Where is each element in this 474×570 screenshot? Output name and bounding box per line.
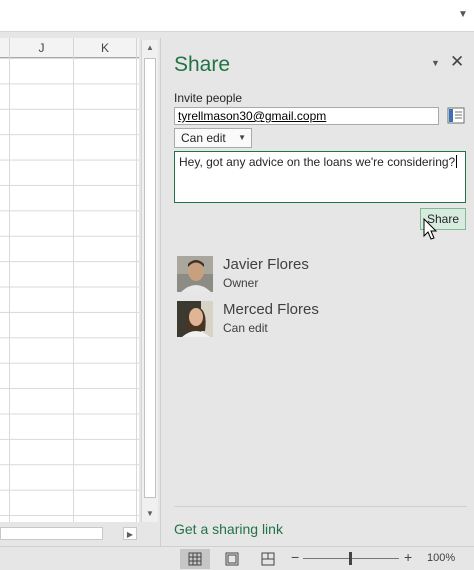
excel-window: ▼ J K ▲ ▼ ▶ Share ▼ ✕ Invite people tyre… bbox=[0, 0, 474, 570]
scroll-up-icon[interactable]: ▲ bbox=[142, 40, 158, 56]
get-sharing-link[interactable]: Get a sharing link bbox=[174, 521, 283, 537]
email-field[interactable]: tyrellmason30@gmail.copm bbox=[174, 107, 439, 125]
scrollbar-thumb[interactable] bbox=[144, 58, 156, 498]
person-name: Javier Flores bbox=[223, 256, 309, 273]
column-header-j[interactable]: J bbox=[10, 38, 74, 58]
column-headers: J K bbox=[0, 38, 139, 58]
mouse-pointer-icon bbox=[423, 218, 438, 240]
horizontal-scrollbar[interactable]: ▶ bbox=[0, 524, 141, 544]
column-header-k[interactable]: K bbox=[74, 38, 137, 58]
person-name: Merced Flores bbox=[223, 301, 319, 318]
scroll-right-icon[interactable]: ▶ bbox=[123, 527, 137, 540]
cell-area[interactable] bbox=[0, 58, 139, 522]
close-icon[interactable]: ✕ bbox=[450, 52, 464, 72]
person-role: Owner bbox=[223, 276, 259, 290]
pane-options-icon[interactable]: ▼ bbox=[431, 58, 440, 68]
scroll-down-icon[interactable]: ▼ bbox=[142, 506, 158, 522]
normal-view-button[interactable] bbox=[180, 549, 210, 569]
page-layout-icon bbox=[225, 552, 239, 566]
permission-value: Can edit bbox=[181, 131, 226, 145]
avatar bbox=[177, 301, 213, 337]
invite-people-label: Invite people bbox=[174, 91, 243, 105]
person-item: Javier Flores Owner bbox=[177, 256, 457, 292]
message-field[interactable]: Hey, got any advice on the loans we're c… bbox=[174, 151, 466, 203]
worksheet-grid[interactable]: J K bbox=[0, 38, 139, 522]
chevron-down-icon: ▼ bbox=[238, 133, 246, 142]
expand-formula-bar-icon[interactable]: ▼ bbox=[456, 8, 470, 22]
page-break-view-button[interactable] bbox=[253, 549, 283, 569]
zoom-in-button[interactable]: + bbox=[404, 549, 412, 565]
pane-title: Share bbox=[174, 53, 231, 76]
text-cursor bbox=[456, 155, 458, 168]
formula-bar[interactable]: ▼ bbox=[0, 0, 474, 32]
address-book-icon[interactable] bbox=[447, 107, 465, 124]
vertical-scrollbar[interactable]: ▲ ▼ bbox=[141, 40, 158, 522]
zoom-out-button[interactable]: − bbox=[291, 549, 299, 565]
zoom-level[interactable]: 100% bbox=[427, 552, 455, 564]
column-header-partial[interactable] bbox=[0, 38, 10, 58]
grid-view-icon bbox=[188, 552, 202, 566]
horizontal-scroll-track[interactable] bbox=[0, 527, 103, 540]
message-text: Hey, got any advice on the loans we're c… bbox=[179, 155, 456, 169]
page-break-icon bbox=[261, 552, 275, 566]
share-pane: Share ▼ ✕ Invite people tyrellmason30@gm… bbox=[160, 38, 474, 546]
divider bbox=[174, 506, 467, 507]
zoom-slider-thumb[interactable] bbox=[349, 552, 352, 565]
person-item: Merced Flores Can edit bbox=[177, 301, 457, 337]
permission-dropdown[interactable]: Can edit ▼ bbox=[174, 128, 252, 148]
status-bar: − + 100% bbox=[0, 546, 474, 570]
avatar bbox=[177, 256, 213, 292]
page-layout-view-button[interactable] bbox=[217, 549, 247, 569]
person-role: Can edit bbox=[223, 321, 268, 335]
